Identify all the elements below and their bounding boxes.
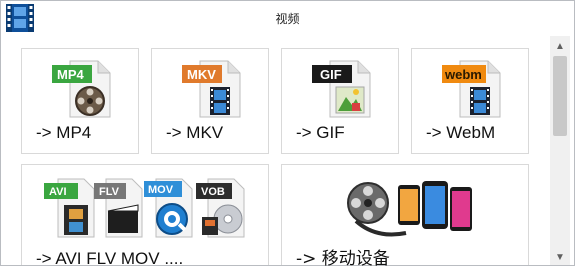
tile-label-mkv: -> MKV xyxy=(166,123,224,142)
tile-webm[interactable]: webm -> WebM xyxy=(411,48,529,154)
badge-avi: AVI xyxy=(49,186,67,198)
tile-mp4[interactable]: MP4 -> MP4 xyxy=(21,48,139,154)
gif-file-icon: GIF xyxy=(312,60,371,118)
badge-mkv: MKV xyxy=(187,67,216,82)
badge-vob: VOB xyxy=(201,186,225,198)
main-window: 视频 MP4 -> MP4 MKV -> MKV GIF -> GIF webm… xyxy=(0,0,575,269)
webm-file-icon: webm xyxy=(442,60,501,118)
tile-label-mp4: -> MP4 xyxy=(36,123,92,142)
badge-mov: MOV xyxy=(148,184,174,196)
tile-label-webm: -> WebM xyxy=(426,123,496,142)
title-bar: 视频 xyxy=(1,1,574,35)
mobile-devices-icon xyxy=(347,181,472,237)
scroll-down-button[interactable]: ▼ xyxy=(550,249,570,265)
tile-label-mobile-devices: -> 移动设备 xyxy=(296,249,390,269)
tile-mkv[interactable]: MKV -> MKV xyxy=(151,48,269,154)
tile-label-gif: -> GIF xyxy=(296,123,345,142)
badge-mp4: MP4 xyxy=(57,67,85,82)
mkv-file-icon: MKV xyxy=(182,60,241,118)
tile-label-avi-flv-mov: -> AVI FLV MOV .... xyxy=(36,249,184,268)
mp4-file-icon: MP4 xyxy=(52,60,111,118)
badge-gif: GIF xyxy=(320,67,342,82)
tile-avi-flv-mov[interactable]: AVI FLV MOV VOB -> AVI FLV MOV .... xyxy=(21,164,269,268)
badge-webm: webm xyxy=(444,67,482,82)
tile-mobile-devices[interactable]: -> 移动设备 xyxy=(281,164,529,269)
scroll-up-button[interactable]: ▲ xyxy=(550,38,570,54)
badge-flv: FLV xyxy=(99,186,120,198)
tile-gif[interactable]: GIF -> GIF xyxy=(281,48,399,154)
multi-format-icon: AVI FLV MOV VOB xyxy=(44,178,245,238)
scrollbar-thumb[interactable] xyxy=(553,56,567,136)
window-title: 视频 xyxy=(275,12,300,26)
format-grid: MP4 -> MP4 MKV -> MKV GIF -> GIF webm ->… xyxy=(1,36,549,269)
